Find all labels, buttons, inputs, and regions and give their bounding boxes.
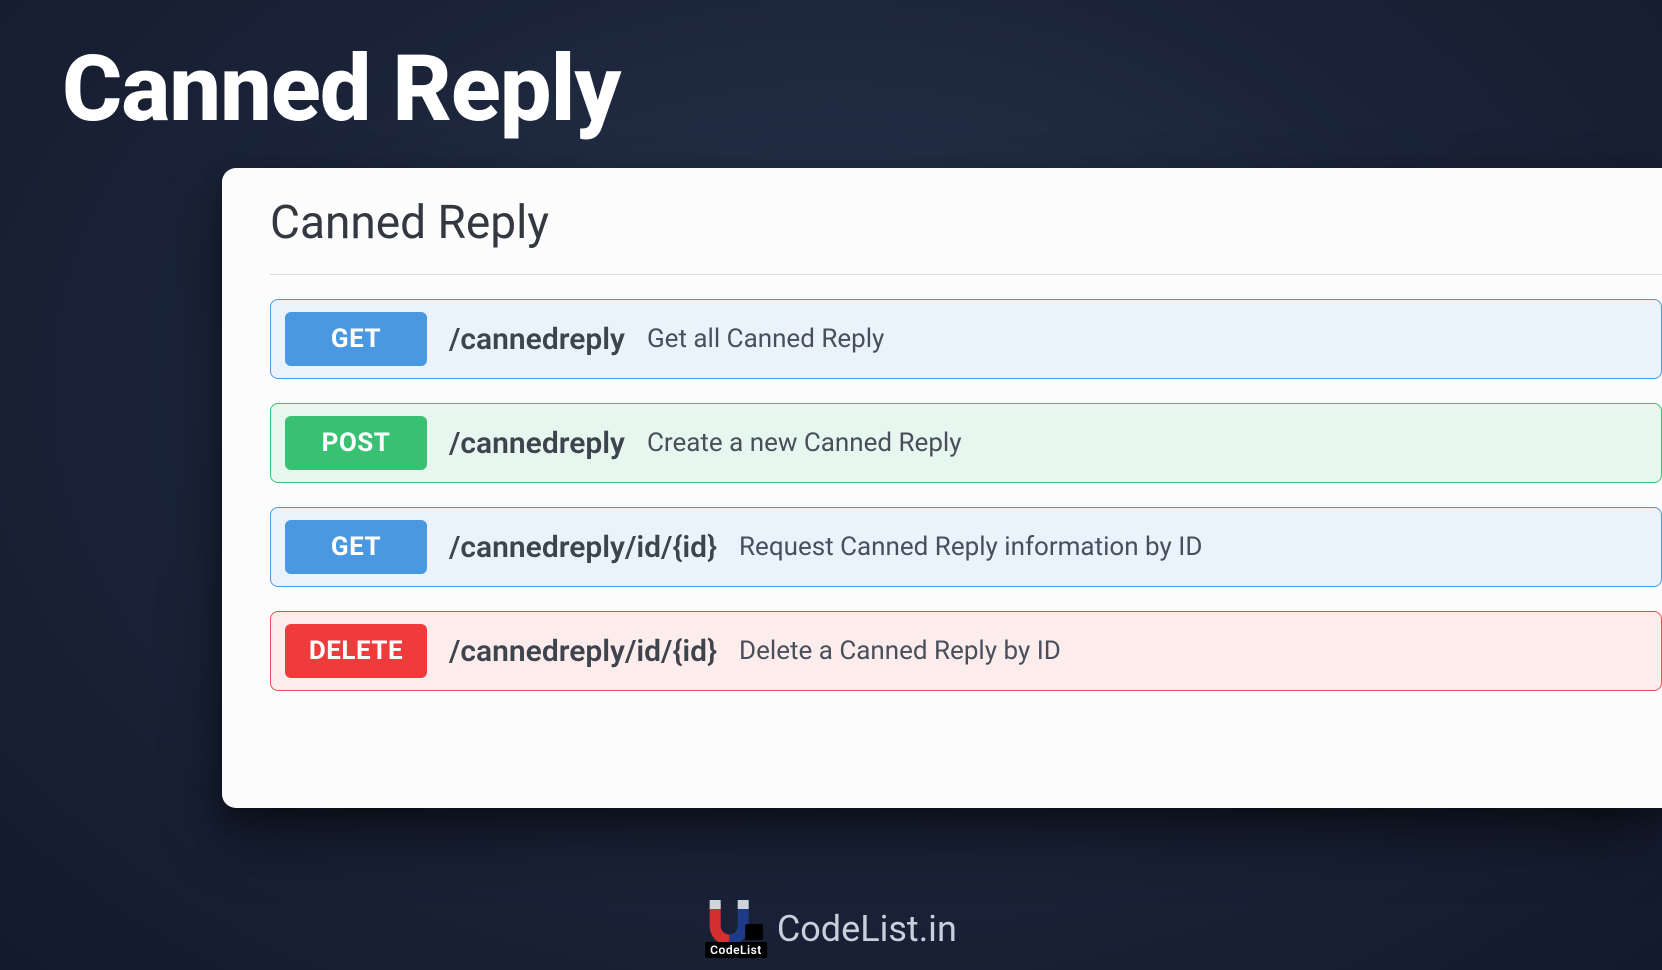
- endpoint-row[interactable]: GET /cannedreply Get all Canned Reply: [270, 299, 1662, 379]
- endpoint-path: /cannedreply/id/{id}: [449, 530, 717, 565]
- method-badge-delete: DELETE: [285, 624, 427, 678]
- brand-text: CodeList.in: [777, 908, 957, 950]
- api-panel: Canned Reply GET /cannedreply Get all Ca…: [222, 168, 1662, 808]
- endpoint-description: Get all Canned Reply: [647, 324, 884, 354]
- endpoint-row[interactable]: POST /cannedreply Create a new Canned Re…: [270, 403, 1662, 483]
- page-title: Canned Reply: [62, 36, 620, 143]
- brand-logo: CodeList: [705, 900, 767, 958]
- method-badge-get: GET: [285, 312, 427, 366]
- endpoint-row[interactable]: GET /cannedreply/id/{id} Request Canned …: [270, 507, 1662, 587]
- endpoint-description: Create a new Canned Reply: [647, 428, 962, 458]
- method-badge-get: GET: [285, 520, 427, 574]
- endpoint-path: /cannedreply: [449, 322, 625, 357]
- endpoint-description: Request Canned Reply information by ID: [739, 532, 1202, 562]
- footer-brand: CodeList CodeList.in: [705, 900, 957, 958]
- brand-sub-label: CodeList: [705, 942, 767, 958]
- panel-heading: Canned Reply: [270, 196, 1662, 250]
- endpoint-description: Delete a Canned Reply by ID: [739, 636, 1061, 666]
- magnet-icon: [709, 900, 763, 946]
- endpoint-row[interactable]: DELETE /cannedreply/id/{id} Delete a Can…: [270, 611, 1662, 691]
- endpoint-path: /cannedreply: [449, 426, 625, 461]
- method-badge-post: POST: [285, 416, 427, 470]
- endpoint-path: /cannedreply/id/{id}: [449, 634, 717, 669]
- divider: [270, 274, 1662, 275]
